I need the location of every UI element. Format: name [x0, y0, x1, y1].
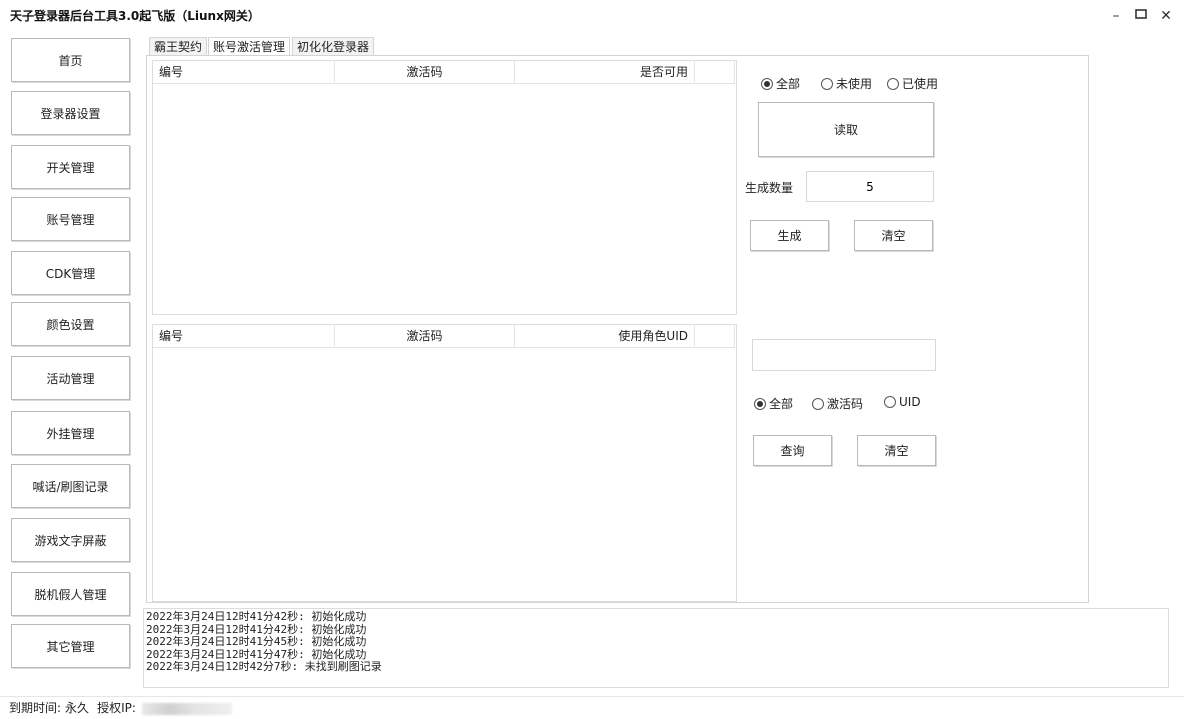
sidebar-item-cheats[interactable]: 外挂管理 — [11, 411, 130, 455]
sidebar-item-events[interactable]: 活动管理 — [11, 356, 130, 400]
status-bar: 到期时间: 永久 授权IP: — [0, 696, 1184, 719]
read-button[interactable]: 读取 — [758, 102, 934, 157]
sidebar-item-switches[interactable]: 开关管理 — [11, 145, 130, 189]
column-header-filler — [695, 325, 735, 347]
generate-count-input[interactable] — [806, 171, 934, 202]
filter-used-radio[interactable]: 已使用 — [887, 75, 938, 92]
column-header-code[interactable]: 激活码 — [335, 61, 515, 83]
clear-query-button[interactable]: 清空 — [857, 435, 936, 466]
auth-ip-label: 授权IP: — [97, 701, 136, 715]
column-header-id[interactable]: 编号 — [153, 61, 335, 83]
sidebar-item-bots[interactable]: 脱机假人管理 — [11, 572, 130, 616]
maximize-icon[interactable] — [1131, 6, 1151, 26]
log-line: 2022年3月24日12时41分42秒: 初始化成功 — [146, 610, 367, 623]
table-header: 编号 激活码 使用角色UID — [153, 325, 735, 348]
radio-label: 激活码 — [827, 397, 864, 411]
log-line: 2022年3月24日12时42分7秒: 未找到刷图记录 — [146, 660, 382, 673]
column-header-available[interactable]: 是否可用 — [515, 61, 695, 83]
generate-button[interactable]: 生成 — [750, 220, 829, 251]
minimize-icon[interactable]: – — [1106, 6, 1126, 26]
query-button[interactable]: 查询 — [753, 435, 832, 466]
sidebar-item-cdk[interactable]: CDK管理 — [11, 251, 130, 295]
sidebar-item-colors[interactable]: 颜色设置 — [11, 302, 130, 346]
radio-selected-icon — [754, 397, 766, 410]
column-header-code[interactable]: 激活码 — [335, 325, 515, 347]
radio-label: 未使用 — [836, 77, 873, 91]
sidebar-item-chat-logs[interactable]: 喊话/刷图记录 — [11, 464, 130, 508]
filter-unused-radio[interactable]: 未使用 — [821, 75, 872, 92]
column-header-role-uid[interactable]: 使用角色UID — [515, 325, 695, 347]
radio-label: 全部 — [776, 77, 801, 91]
activation-code-table[interactable]: 编号 激活码 是否可用 — [152, 60, 737, 315]
tab-account-activation[interactable]: 账号激活管理 — [208, 37, 291, 57]
query-input[interactable] — [752, 339, 936, 371]
clear-codes-button[interactable]: 清空 — [854, 220, 933, 251]
radio-label: UID — [899, 395, 921, 409]
query-uid-radio[interactable]: UID — [884, 395, 921, 409]
log-line: 2022年3月24日12时41分45秒: 初始化成功 — [146, 635, 367, 648]
query-all-radio[interactable]: 全部 — [754, 395, 793, 412]
auth-ip-redacted — [141, 702, 232, 715]
column-header-filler — [695, 61, 735, 83]
log-output[interactable]: 2022年3月24日12时41分42秒: 初始化成功 2022年3月24日12时4… — [143, 608, 1169, 688]
radio-unselected-icon — [812, 397, 824, 410]
column-header-id[interactable]: 编号 — [153, 325, 335, 347]
tab-overlord-contract[interactable]: 霸王契约 — [149, 37, 208, 56]
radio-label: 已使用 — [902, 77, 939, 91]
expire-value: 永久 — [65, 701, 90, 715]
radio-unselected-icon — [887, 77, 899, 90]
window-title: 天子登录器后台工具3.0起飞版（Liunx网关） — [10, 9, 260, 23]
sidebar-item-text-filter[interactable]: 游戏文字屏蔽 — [11, 518, 130, 562]
sidebar-item-launcher-settings[interactable]: 登录器设置 — [11, 91, 130, 135]
radio-label: 全部 — [769, 397, 794, 411]
filter-all-radio[interactable]: 全部 — [761, 75, 800, 92]
radio-selected-icon — [761, 77, 773, 90]
tab-init-launcher[interactable]: 初化化登录器 — [292, 37, 375, 56]
sidebar-item-other[interactable]: 其它管理 — [11, 624, 130, 668]
sidebar-item-accounts[interactable]: 账号管理 — [11, 197, 130, 241]
table-header: 编号 激活码 是否可用 — [153, 61, 735, 84]
sidebar-item-home[interactable]: 首页 — [11, 38, 130, 82]
expire-label: 到期时间: — [9, 701, 62, 715]
radio-unselected-icon — [884, 396, 896, 408]
close-icon[interactable]: ✕ — [1156, 6, 1176, 26]
query-code-radio[interactable]: 激活码 — [812, 395, 863, 412]
generate-count-label: 生成数量 — [745, 181, 794, 195]
radio-unselected-icon — [821, 77, 833, 90]
code-usage-table[interactable]: 编号 激活码 使用角色UID — [152, 324, 737, 602]
